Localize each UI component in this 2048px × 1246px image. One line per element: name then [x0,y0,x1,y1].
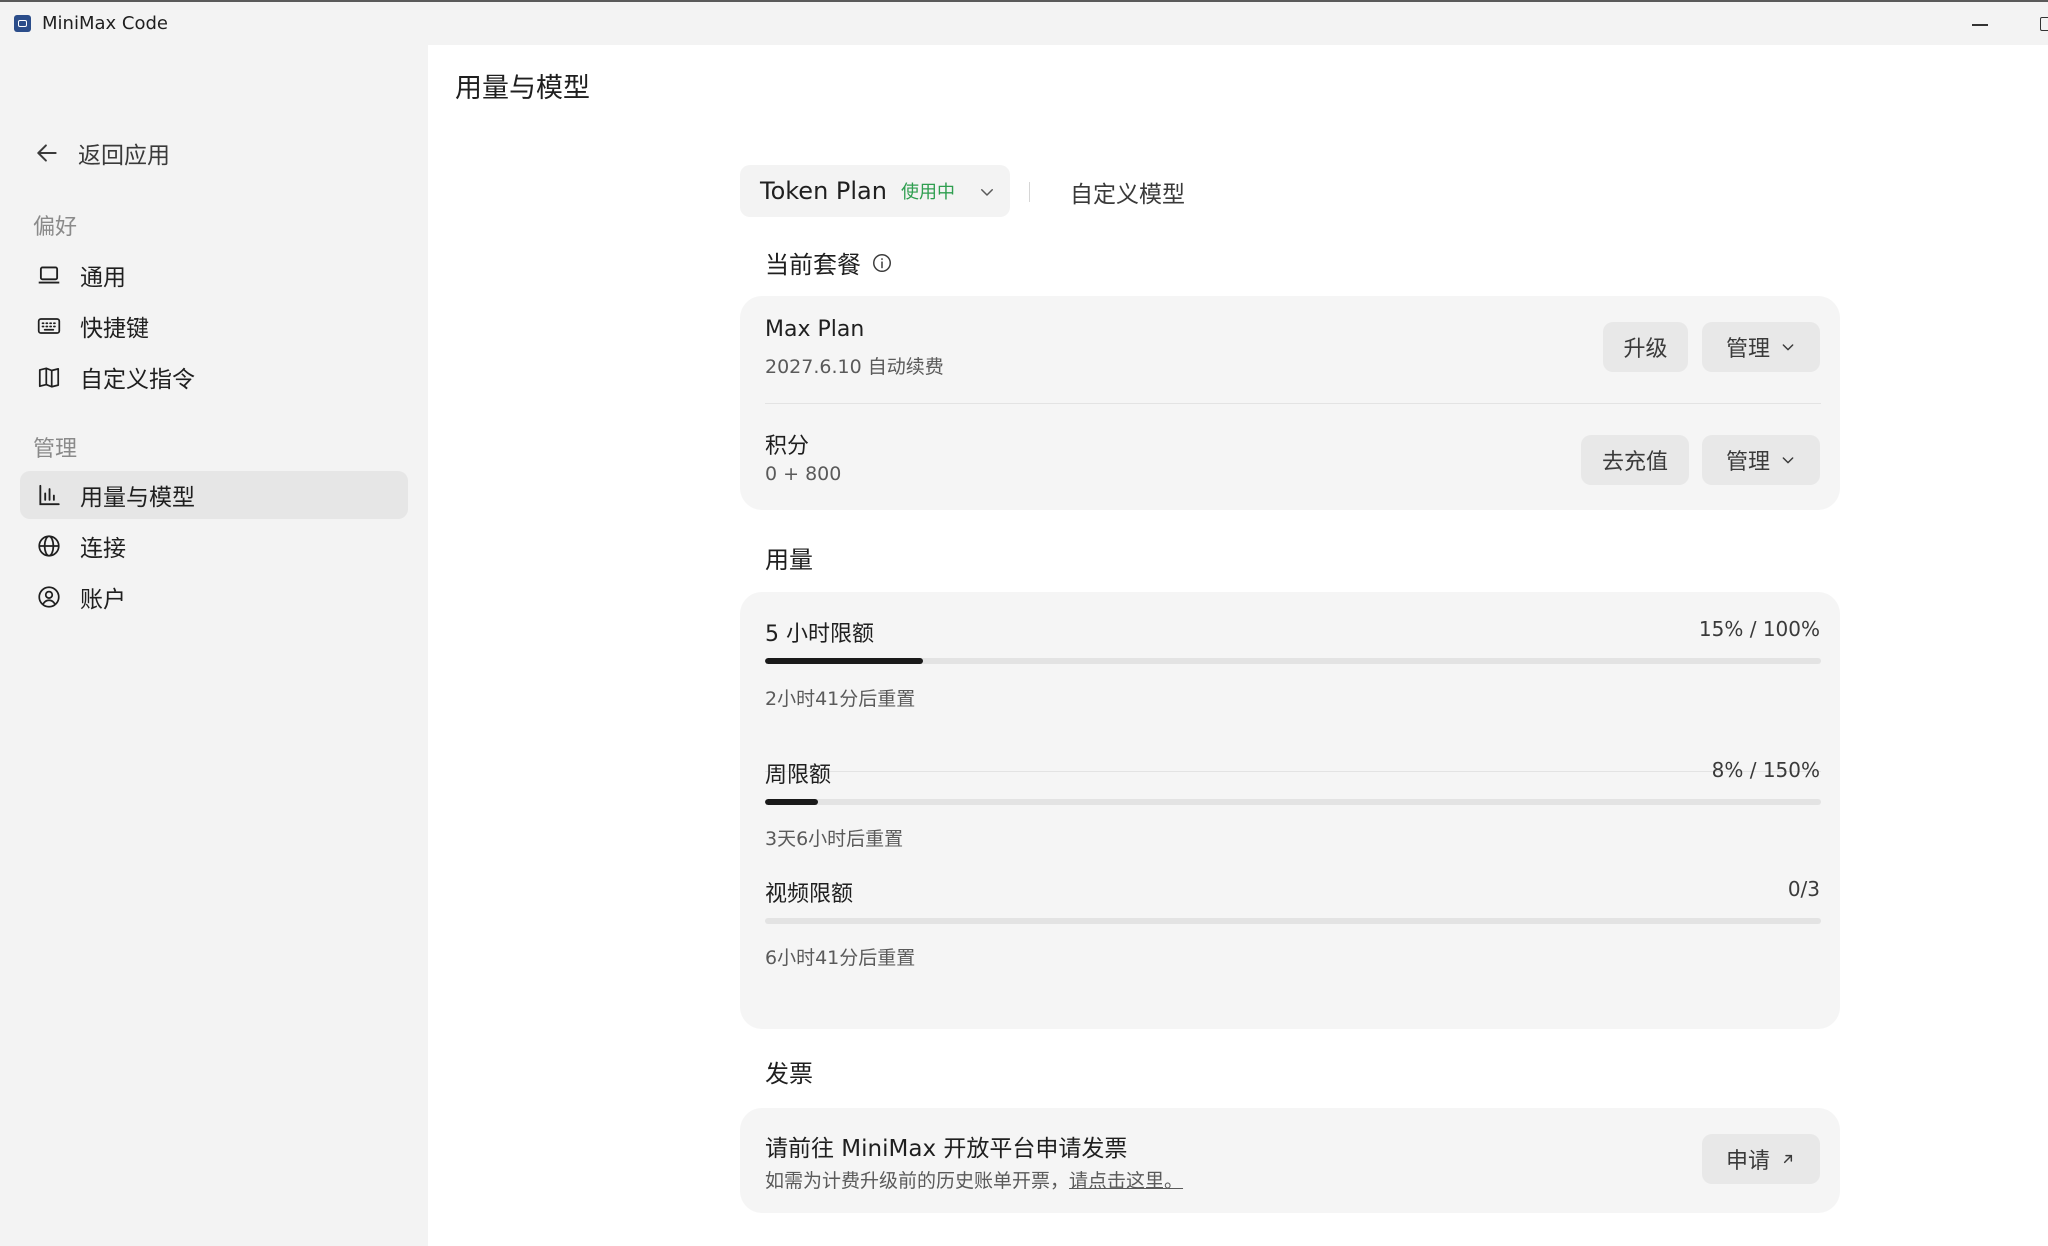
tab-custom-model[interactable]: 自定义模型 [1070,175,1185,209]
usage-heading: 用量 [765,540,813,575]
credits-label: 积分 [765,434,810,459]
usage-value: 0/3 [1787,877,1820,901]
recharge-button-label: 去充值 [1601,450,1668,475]
bar-chart-icon [39,484,60,506]
sidebar-item-label: 用量与模型 [80,485,195,511]
back-to-app-button[interactable]: 返回应用 [34,133,170,173]
chevron-down-icon [1782,457,1794,464]
sidebar-item-general[interactable]: 通用 [20,251,408,299]
invoice-history-link[interactable]: 请点击这里。 [1069,1170,1183,1192]
section-label-preferences: 偏好 [33,215,78,240]
status-badge: 使用中 [900,182,955,203]
invoice-title: 请前往 MiniMax 开放平台申请发票 [765,1136,1128,1162]
current-plan-heading-text: 当前套餐 [765,251,861,279]
arrow-left-icon [37,144,57,162]
sidebar-item-label: 通用 [80,265,126,291]
page-title: 用量与模型 [455,73,590,104]
sidebar-item-shortcuts[interactable]: 快捷键 [20,302,408,350]
usage-reset: 3天6小时后重置 [765,828,904,850]
sidebar-item-label: 连接 [80,536,126,562]
invoice-card: 请前往 MiniMax 开放平台申请发票 如需为计费升级前的历史账单开票，请点击… [740,1108,1840,1213]
usage-value: 8% / 150% [1711,758,1820,782]
laptop-icon [38,266,60,284]
progress-track [765,799,1821,805]
invoice-heading: 发票 [765,1054,813,1089]
sidebar-item-account[interactable]: 账户 [20,573,408,621]
recharge-button[interactable]: 去充值 [1581,435,1689,485]
apply-invoice-button-label: 申请 [1725,1149,1770,1174]
usage-label: 视频限额 [765,882,854,907]
sidebar-item-label: 快捷键 [80,316,149,342]
sidebar-item-usage-and-models[interactable]: 用量与模型 [20,471,408,519]
plan-selector-name: Token Plan [760,177,887,205]
info-icon[interactable] [871,252,893,274]
arrow-up-right-icon [1783,1154,1793,1164]
maximize-icon[interactable] [2040,17,2048,31]
credits-value: 0 + 800 [765,463,842,485]
back-to-app-label: 返回应用 [78,143,170,169]
sidebar: 返回应用 偏好 通用 快捷键 自定义指令 管理 用量与模型 连接 账户 [0,45,428,1246]
upgrade-button-label: 升级 [1623,337,1668,362]
minimize-icon[interactable] [1972,24,1988,26]
upgrade-button[interactable]: 升级 [1603,322,1688,372]
usage-value: 15% / 100% [1698,617,1820,641]
globe-icon [38,535,60,557]
window-title: MiniMax Code [42,13,168,34]
plan-selector-dropdown[interactable]: Token Plan 使用中 [740,165,1010,217]
user-circle-icon [38,586,60,608]
chevron-down-icon [981,189,993,196]
invoice-description: 如需为计费升级前的历史账单开票，请点击这里。 [765,1166,1183,1193]
progress-fill [765,799,818,805]
current-plan-heading: 当前套餐 [765,245,893,280]
progress-track [765,658,1821,664]
plan-renewal: 2027.6.10 自动续费 [765,356,944,378]
plan-card: Max Plan 2027.6.10 自动续费 升级 管理 积分 0 + 800… [740,296,1840,510]
credits-manage-button[interactable]: 管理 [1702,435,1820,485]
plan-manage-button[interactable]: 管理 [1702,322,1820,372]
usage-heading-text: 用量 [765,546,813,574]
credits-manage-button-label: 管理 [1725,450,1770,475]
app-logo-icon [14,15,31,32]
chevron-down-icon [1782,344,1794,351]
title-bar: MiniMax Code [0,0,2048,45]
sidebar-item-label: 账户 [80,587,126,613]
sidebar-item-label: 自定义指令 [80,367,195,393]
book-icon [38,367,60,388]
card-divider [765,771,1821,772]
sidebar-item-custom-instructions[interactable]: 自定义指令 [20,353,408,401]
progress-track [765,918,1821,924]
usage-card: 5 小时限额 15% / 100% 2小时41分后重置 周限额 8% / 150… [740,592,1840,1029]
invoice-description-text: 如需为计费升级前的历史账单开票， [765,1170,1070,1192]
tab-divider [1029,182,1030,202]
main-content: 用量与模型 Token Plan 使用中 自定义模型 当前套餐 Max Plan… [428,45,2048,1246]
progress-fill [765,658,924,664]
card-divider [765,403,1821,404]
apply-invoice-button[interactable]: 申请 [1702,1134,1820,1184]
plan-manage-button-label: 管理 [1725,337,1770,362]
section-label-manage: 管理 [33,437,78,462]
usage-reset: 6小时41分后重置 [765,947,916,969]
usage-reset: 2小时41分后重置 [765,688,916,710]
plan-name: Max Plan [765,317,865,342]
keyboard-icon [37,318,61,334]
usage-label: 周限额 [765,763,832,788]
app-window: MiniMax Code 返回应用 偏好 通用 快捷键 自定义指令 管理 用量与… [0,0,2048,1246]
usage-label: 5 小时限额 [765,622,874,647]
sidebar-item-connections[interactable]: 连接 [20,522,408,570]
invoice-heading-text: 发票 [765,1060,813,1088]
